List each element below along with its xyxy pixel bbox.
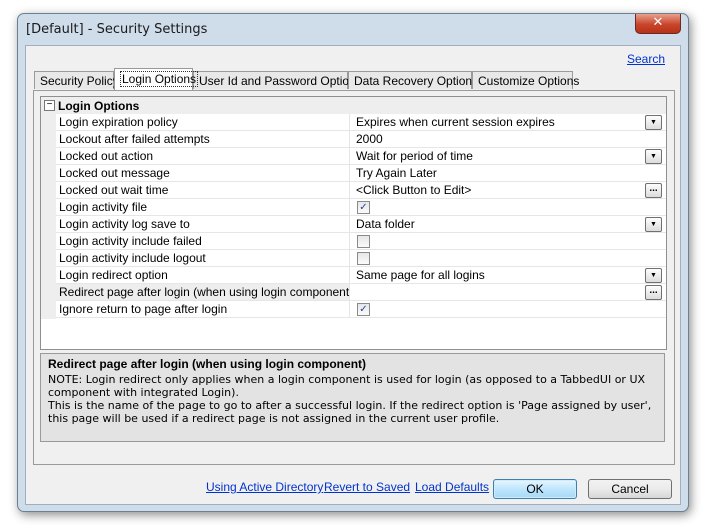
revert-to-saved-link[interactable]: Revert to Saved: [324, 480, 410, 494]
checkbox-unchecked[interactable]: [357, 252, 370, 265]
checkbox-unchecked[interactable]: [357, 235, 370, 248]
tab-data-recovery-options[interactable]: Data Recovery Options: [348, 71, 478, 89]
checkbox-checked[interactable]: ✓: [357, 303, 370, 316]
property-name: Redirect page after login (when using lo…: [56, 284, 350, 300]
property-row-locked-out-wait-time[interactable]: Locked out wait time <Click Button to Ed…: [56, 182, 666, 199]
tab-label: Security Policy: [40, 74, 119, 88]
property-name: Login activity log save to: [56, 216, 350, 232]
property-name: Locked out message: [56, 165, 350, 181]
tab-login-options[interactable]: Login Options: [114, 68, 199, 90]
tab-user-id-password-options[interactable]: User Id and Password Options: [193, 71, 362, 89]
tab-label: Customize Options: [478, 74, 580, 88]
property-name: Locked out action: [56, 148, 350, 164]
property-row-login-activity-include-logout[interactable]: Login activity include logout: [56, 250, 666, 267]
tab-customize-options[interactable]: Customize Options: [472, 71, 579, 89]
dropdown-arrow-icon[interactable]: ▼: [645, 268, 662, 283]
description-title: Redirect page after login (when using lo…: [48, 357, 367, 371]
grid-margin: [41, 114, 56, 319]
property-name: Lockout after failed attempts: [56, 131, 350, 147]
tab-panel: − Login Options Login expiration policy …: [33, 90, 675, 465]
property-row-redirect-page-after-login[interactable]: Redirect page after login (when using lo…: [56, 284, 666, 301]
property-row-locked-out-action[interactable]: Locked out action Wait for period of tim…: [56, 148, 666, 165]
tab-label: Login Options: [120, 71, 199, 87]
property-row-login-redirect-option[interactable]: Login redirect option Same page for all …: [56, 267, 666, 284]
property-value[interactable]: Same page for all logins: [356, 267, 642, 283]
window-title: [Default] - Security Settings: [26, 22, 208, 37]
tab-label: Data Recovery Options: [354, 74, 479, 88]
checkbox-checked[interactable]: ✓: [357, 201, 370, 214]
property-value[interactable]: Try Again Later: [356, 165, 642, 181]
property-value[interactable]: Wait for period of time: [356, 148, 642, 164]
property-row-locked-out-message[interactable]: Locked out message Try Again Later: [56, 165, 666, 182]
property-name: Login activity include failed: [56, 233, 350, 249]
title-bar[interactable]: [Default] - Security Settings ✕: [18, 14, 688, 44]
description-panel: Redirect page after login (when using lo…: [40, 353, 665, 442]
load-defaults-link[interactable]: Load Defaults: [415, 480, 489, 494]
ellipsis-button-icon[interactable]: ...: [645, 183, 662, 198]
property-row-login-expiration-policy[interactable]: Login expiration policy Expires when cur…: [56, 114, 666, 131]
security-settings-window: [Default] - Security Settings ✕ Search S…: [17, 13, 689, 512]
property-grid: − Login Options Login expiration policy …: [40, 96, 667, 350]
property-row-ignore-return-to-page[interactable]: Ignore return to page after login ✓: [56, 301, 666, 318]
property-value[interactable]: Expires when current session expires: [356, 114, 642, 130]
property-row-lockout-after-failed-attempts[interactable]: Lockout after failed attempts 2000: [56, 131, 666, 148]
category-header[interactable]: − Login Options: [41, 97, 666, 114]
description-line: NOTE: Login redirect only applies when a…: [48, 373, 646, 399]
using-active-directory-link[interactable]: Using Active Directory: [206, 480, 323, 494]
property-value[interactable]: [356, 284, 642, 300]
property-row-login-activity-file[interactable]: Login activity file ✓: [56, 199, 666, 216]
property-row-login-activity-log-save-to[interactable]: Login activity log save to Data folder ▼: [56, 216, 666, 233]
description-text: NOTE: Login redirect only applies when a…: [48, 373, 658, 425]
search-link[interactable]: Search: [627, 52, 665, 66]
tab-label: User Id and Password Options: [199, 74, 362, 88]
ok-button[interactable]: OK: [493, 479, 577, 499]
close-button[interactable]: ✕: [635, 14, 681, 34]
property-name: Ignore return to page after login: [56, 301, 350, 317]
property-name: Login activity include logout: [56, 250, 350, 266]
property-value[interactable]: 2000: [356, 131, 642, 147]
ellipsis-button-icon[interactable]: ...: [645, 285, 662, 300]
collapse-icon[interactable]: −: [44, 100, 55, 111]
dropdown-arrow-icon[interactable]: ▼: [645, 217, 662, 232]
property-value[interactable]: <Click Button to Edit>: [356, 182, 642, 198]
dropdown-arrow-icon[interactable]: ▼: [645, 115, 662, 130]
property-name: Locked out wait time: [56, 182, 350, 198]
property-name: Login redirect option: [56, 267, 350, 283]
property-row-login-activity-include-failed[interactable]: Login activity include failed: [56, 233, 666, 250]
category-label: Login Options: [58, 99, 140, 113]
property-value[interactable]: Data folder: [356, 216, 642, 232]
description-line: This is the name of the page to go to af…: [48, 399, 652, 425]
property-name: Login expiration policy: [56, 114, 350, 130]
close-icon: ✕: [652, 15, 664, 30]
tab-security-policy[interactable]: Security Policy: [34, 71, 119, 89]
cancel-button[interactable]: Cancel: [588, 479, 672, 499]
property-name: Login activity file: [56, 199, 350, 215]
dialog-client-area: Search Security Policy Login Options Use…: [25, 45, 681, 505]
dropdown-arrow-icon[interactable]: ▼: [645, 149, 662, 164]
